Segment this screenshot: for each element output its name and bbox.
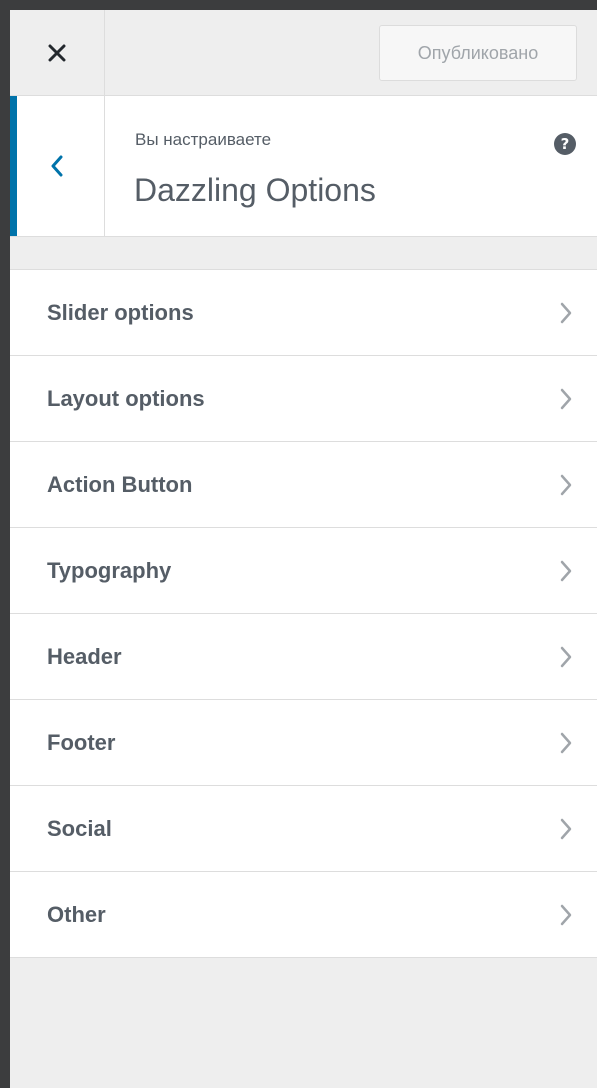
chevron-left-icon (51, 155, 64, 177)
menu-item-label: Layout options (47, 386, 205, 411)
section-header: Вы настраиваете Dazzling Options ? (10, 96, 597, 237)
chevron-right-icon (559, 903, 573, 927)
chevron-right-icon (559, 387, 573, 411)
menu-item-other[interactable]: Other (10, 872, 597, 958)
menu-item-social[interactable]: Social (10, 786, 597, 872)
customizing-label: Вы настраиваете (135, 130, 272, 149)
menu-item-footer[interactable]: Footer (10, 700, 597, 786)
menu-item-label: Typography (47, 558, 172, 583)
chevron-right-icon (559, 731, 573, 755)
menu-item-label: Footer (47, 730, 116, 755)
chevron-right-icon (559, 559, 573, 583)
options-menu: Slider options Layout options Action Butto… (10, 269, 597, 958)
menu-item-header[interactable]: Header (10, 614, 597, 700)
menu-item-slider-options[interactable]: Slider options (10, 270, 597, 356)
section-title: Dazzling Options (134, 172, 376, 208)
publish-button[interactable]: Опубликовано (379, 25, 577, 81)
customizer-header: Опубликовано (10, 10, 597, 96)
chevron-right-icon (559, 817, 573, 841)
close-icon (48, 44, 66, 62)
menu-item-typography[interactable]: Typography (10, 528, 597, 614)
chevron-right-icon (559, 645, 573, 669)
menu-item-label: Slider options (47, 300, 194, 325)
chevron-right-icon (559, 301, 573, 325)
menu-item-label: Social (47, 816, 112, 841)
menu-item-label: Other (47, 902, 106, 927)
menu-item-layout-options[interactable]: Layout options (10, 356, 597, 442)
help-icon[interactable]: ? (554, 133, 576, 155)
menu-item-action-button[interactable]: Action Button (10, 442, 597, 528)
chevron-right-icon (559, 473, 573, 497)
back-button[interactable] (10, 96, 105, 236)
menu-item-label: Action Button (47, 472, 193, 497)
close-button[interactable] (10, 10, 105, 96)
menu-item-label: Header (47, 644, 122, 669)
customizer-panel: Опубликовано Вы настраиваете Dazzling Op… (10, 10, 597, 1088)
